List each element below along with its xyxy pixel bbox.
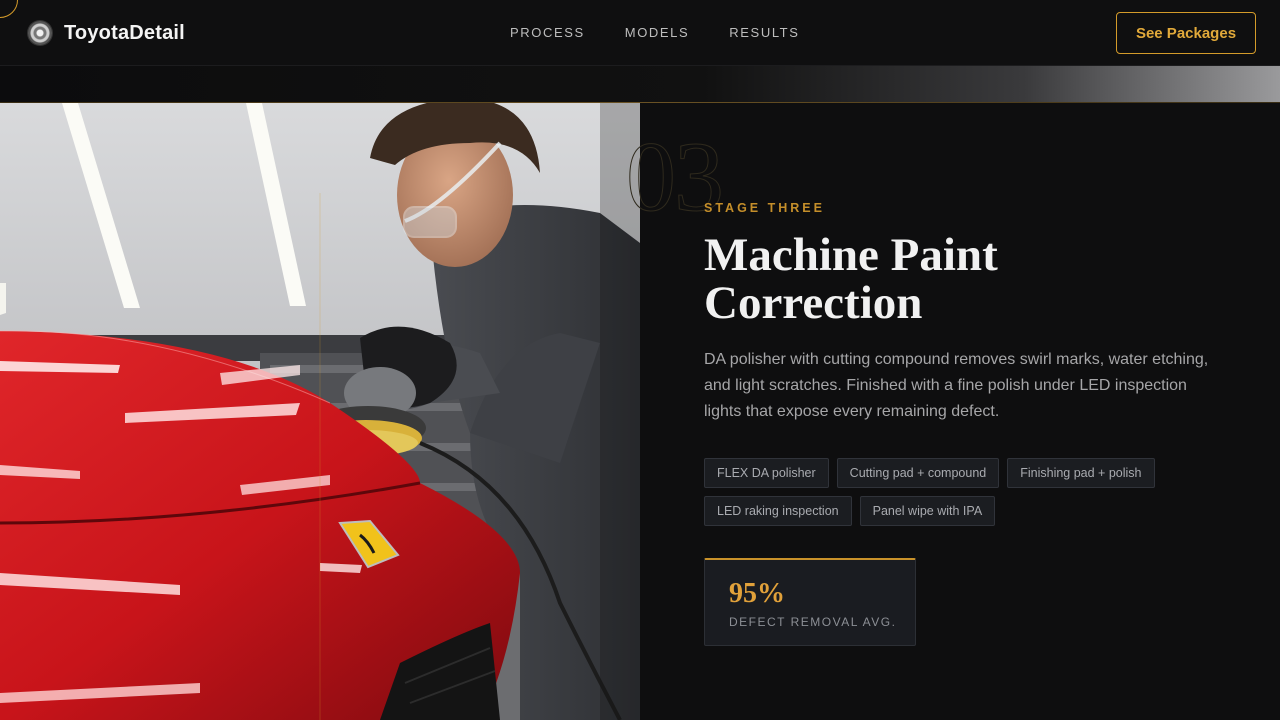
stat-label: DEFECT REMOVAL AVG. [729, 615, 897, 629]
nav-link-process[interactable]: PROCESS [510, 25, 585, 40]
nav-link-results[interactable]: RESULTS [729, 25, 799, 40]
stage-content: 03 STAGE THREE Machine Paint Correction … [626, 103, 1280, 720]
emblem-icon [28, 21, 52, 45]
stat-card: 95% DEFECT REMOVAL AVG. [704, 558, 916, 646]
see-packages-button[interactable]: See Packages [1116, 12, 1256, 54]
stage-eyebrow: STAGE THREE [704, 201, 825, 215]
polishing-photo [0, 103, 640, 720]
tag-finishing-pad: Finishing pad + polish [1007, 458, 1155, 488]
stage-description: DA polisher with cutting compound remove… [704, 351, 1209, 420]
nav-link-models[interactable]: MODELS [625, 25, 690, 40]
nav-links: PROCESS MODELS RESULTS [510, 25, 800, 40]
tag-led-inspection: LED raking inspection [704, 496, 852, 526]
tool-tags: FLEX DA polisher Cutting pad + compound … [704, 458, 1224, 526]
top-nav: ToyotaDetail PROCESS MODELS RESULTS See … [0, 0, 1280, 66]
stage-title: Machine Paint Correction [704, 229, 998, 329]
stat-value: 95% [729, 578, 785, 609]
brand-logo-link[interactable]: ToyotaDetail [28, 21, 185, 45]
tag-cutting-pad: Cutting pad + compound [836, 458, 1000, 488]
brand-name: ToyotaDetail [64, 21, 185, 44]
header-image-strip [0, 66, 1280, 102]
tag-panel-wipe: Panel wipe with IPA [859, 496, 996, 526]
corner-ring-decoration [0, 0, 18, 18]
tag-flex-da-polisher: FLEX DA polisher [704, 458, 829, 488]
